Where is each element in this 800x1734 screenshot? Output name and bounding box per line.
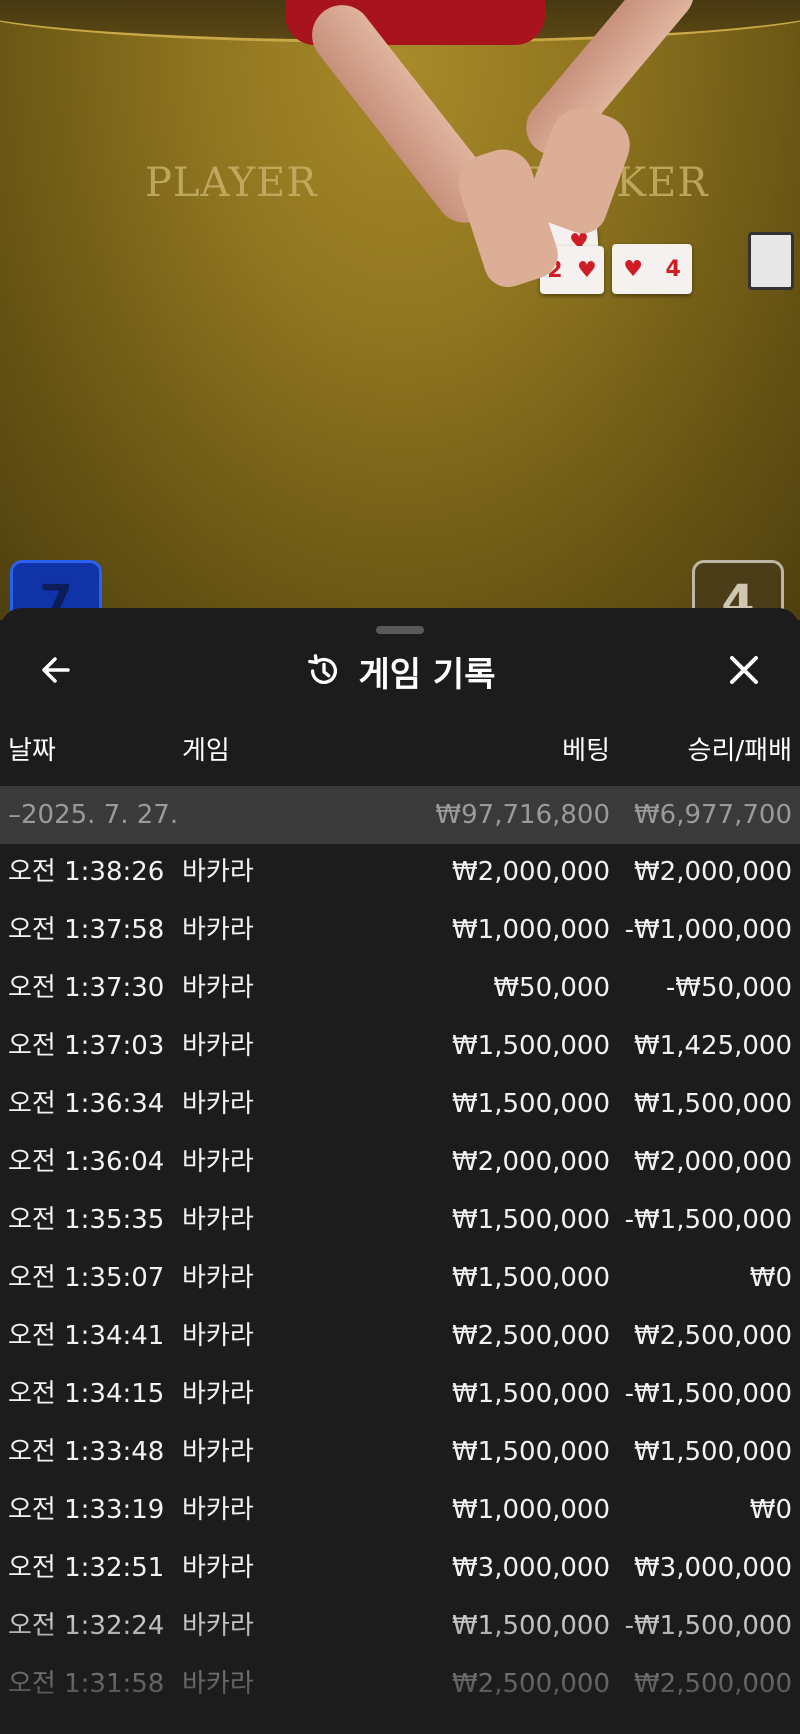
row-result: ₩1,500,000 (633, 1437, 792, 1467)
table-row[interactable]: 오전 1:38:26 바카라 ₩2,000,000 ₩2,000,000 (0, 844, 800, 900)
drag-handle[interactable] (376, 626, 424, 634)
row-result: ₩2,500,000 (633, 1669, 792, 1699)
close-button[interactable] (724, 650, 764, 690)
row-game: 바카라 (182, 1437, 254, 1467)
row-game: 바카라 (182, 915, 254, 945)
live-video-feed: PLAYER BANKER 2♥ 2♥ ♥4 7 4 (0, 0, 800, 620)
table-row[interactable]: 오전 1:31:58 바카라 ₩2,500,000 ₩2,500,000 (0, 1656, 800, 1712)
row-time: 오전 1:33:48 (8, 1437, 165, 1467)
row-time: 오전 1:35:07 (8, 1263, 165, 1293)
row-time: 오전 1:33:19 (8, 1495, 165, 1525)
row-game: 바카라 (182, 1669, 254, 1699)
row-result: -₩1,500,000 (624, 1205, 792, 1235)
close-icon (730, 656, 758, 684)
date-group-bet-total: ₩97,716,800 (435, 800, 610, 830)
table-row[interactable]: 오전 1:32:24 바카라 ₩1,500,000 -₩1,500,000 (0, 1598, 800, 1654)
column-header-date: 날짜 (8, 736, 56, 766)
row-time: 오전 1:36:04 (8, 1147, 165, 1177)
table-row[interactable]: 오전 1:35:07 바카라 ₩1,500,000 ₩0 (0, 1250, 800, 1306)
row-time: 오전 1:31:58 (8, 1669, 165, 1699)
table-row[interactable]: 오전 1:32:51 바카라 ₩3,000,000 ₩3,000,000 (0, 1540, 800, 1596)
row-game: 바카라 (182, 1089, 254, 1119)
row-time: 오전 1:35:35 (8, 1205, 165, 1235)
date-group-label: –2025. 7. 27. (8, 800, 179, 830)
row-time: 오전 1:37:58 (8, 915, 165, 945)
row-bet: ₩1,000,000 (451, 915, 610, 945)
row-bet: ₩1,500,000 (451, 1089, 610, 1119)
table-row[interactable]: 오전 1:36:34 바카라 ₩1,500,000 ₩1,500,000 (0, 1076, 800, 1132)
row-result: -₩1,000,000 (624, 915, 792, 945)
row-bet: ₩1,500,000 (451, 1031, 610, 1061)
column-header-win-loss: 승리/패배 (687, 736, 792, 766)
row-result: ₩0 (749, 1263, 792, 1293)
row-bet: ₩1,500,000 (451, 1611, 610, 1641)
row-bet: ₩1,500,000 (451, 1437, 610, 1467)
row-result: ₩3,000,000 (633, 1553, 792, 1583)
row-game: 바카라 (182, 1495, 254, 1525)
row-bet: ₩2,500,000 (451, 1669, 610, 1699)
table-row[interactable]: 오전 1:33:19 바카라 ₩1,000,000 ₩0 (0, 1482, 800, 1538)
row-result: ₩2,500,000 (633, 1321, 792, 1351)
row-bet: ₩1,500,000 (451, 1379, 610, 1409)
row-result: -₩1,500,000 (624, 1611, 792, 1641)
row-game: 바카라 (182, 1031, 254, 1061)
table-row[interactable]: 오전 1:37:58 바카라 ₩1,000,000 -₩1,000,000 (0, 902, 800, 958)
row-result: ₩0 (749, 1495, 792, 1525)
table-header: 날짜 게임 베팅 승리/패배 (0, 723, 800, 779)
row-result: ₩2,000,000 (633, 857, 792, 887)
column-header-game: 게임 (182, 736, 230, 766)
row-result: ₩1,500,000 (633, 1089, 792, 1119)
row-time: 오전 1:34:41 (8, 1321, 165, 1351)
table-row[interactable]: 오전 1:36:04 바카라 ₩2,000,000 ₩2,000,000 (0, 1134, 800, 1190)
history-list: 오전 1:38:26 바카라 ₩2,000,000 ₩2,000,000 오전 1:37… (0, 844, 800, 1734)
row-result: ₩1,425,000 (633, 1031, 792, 1061)
row-bet: ₩1,500,000 (451, 1263, 610, 1293)
row-game: 바카라 (182, 973, 254, 1003)
column-header-bet: 베팅 (562, 736, 610, 766)
row-game: 바카라 (182, 1263, 254, 1293)
playing-card: ♥ 4 (612, 244, 692, 294)
row-result: -₩50,000 (665, 973, 792, 1003)
row-time: 오전 1:36:34 (8, 1089, 165, 1119)
history-icon (307, 654, 337, 684)
sheet-header: 게임 기록 (0, 646, 800, 696)
row-game: 바카라 (182, 1553, 254, 1583)
table-row[interactable]: 오전 1:33:48 바카라 ₩1,500,000 ₩1,500,000 (0, 1424, 800, 1480)
date-group-header[interactable]: –2025. 7. 27. ₩97,716,800 ₩6,977,700 (0, 786, 800, 844)
row-game: 바카라 (182, 1321, 254, 1351)
row-game: 바카라 (182, 857, 254, 887)
row-game: 바카라 (182, 1611, 254, 1641)
row-bet: ₩1,000,000 (451, 1495, 610, 1525)
player-felt-label: PLAYER (145, 160, 318, 206)
page-title: 게임 기록 (358, 654, 496, 695)
table-row[interactable]: 오전 1:34:41 바카라 ₩2,500,000 ₩2,500,000 (0, 1308, 800, 1364)
row-time: 오전 1:37:03 (8, 1031, 165, 1061)
row-time: 오전 1:37:30 (8, 973, 165, 1003)
row-bet: ₩1,500,000 (451, 1205, 610, 1235)
row-time: 오전 1:38:26 (8, 857, 165, 887)
game-history-sheet: 게임 기록 날짜 게임 베팅 승리/패배 –2025. 7. 27. ₩97,7… (0, 608, 800, 1734)
date-group-win-total: ₩6,977,700 (633, 800, 792, 830)
row-game: 바카라 (182, 1147, 254, 1177)
row-time: 오전 1:34:15 (8, 1379, 165, 1409)
table-row[interactable]: 오전 1:37:30 바카라 ₩50,000 -₩50,000 (0, 960, 800, 1016)
card-shoe (748, 232, 794, 290)
row-bet: ₩3,000,000 (451, 1553, 610, 1583)
table-row[interactable]: 오전 1:35:35 바카라 ₩1,500,000 -₩1,500,000 (0, 1192, 800, 1248)
row-result: -₩1,500,000 (624, 1379, 792, 1409)
table-row[interactable]: 오전 1:34:15 바카라 ₩1,500,000 -₩1,500,000 (0, 1366, 800, 1422)
row-time: 오전 1:32:24 (8, 1611, 165, 1641)
row-bet: ₩2,000,000 (451, 857, 610, 887)
row-bet: ₩50,000 (493, 973, 610, 1003)
row-result: ₩2,000,000 (633, 1147, 792, 1177)
row-time: 오전 1:32:51 (8, 1553, 165, 1583)
row-game: 바카라 (182, 1205, 254, 1235)
row-bet: ₩2,500,000 (451, 1321, 610, 1351)
table-row[interactable]: 오전 1:37:03 바카라 ₩1,500,000 ₩1,425,000 (0, 1018, 800, 1074)
row-game: 바카라 (182, 1379, 254, 1409)
row-bet: ₩2,000,000 (451, 1147, 610, 1177)
